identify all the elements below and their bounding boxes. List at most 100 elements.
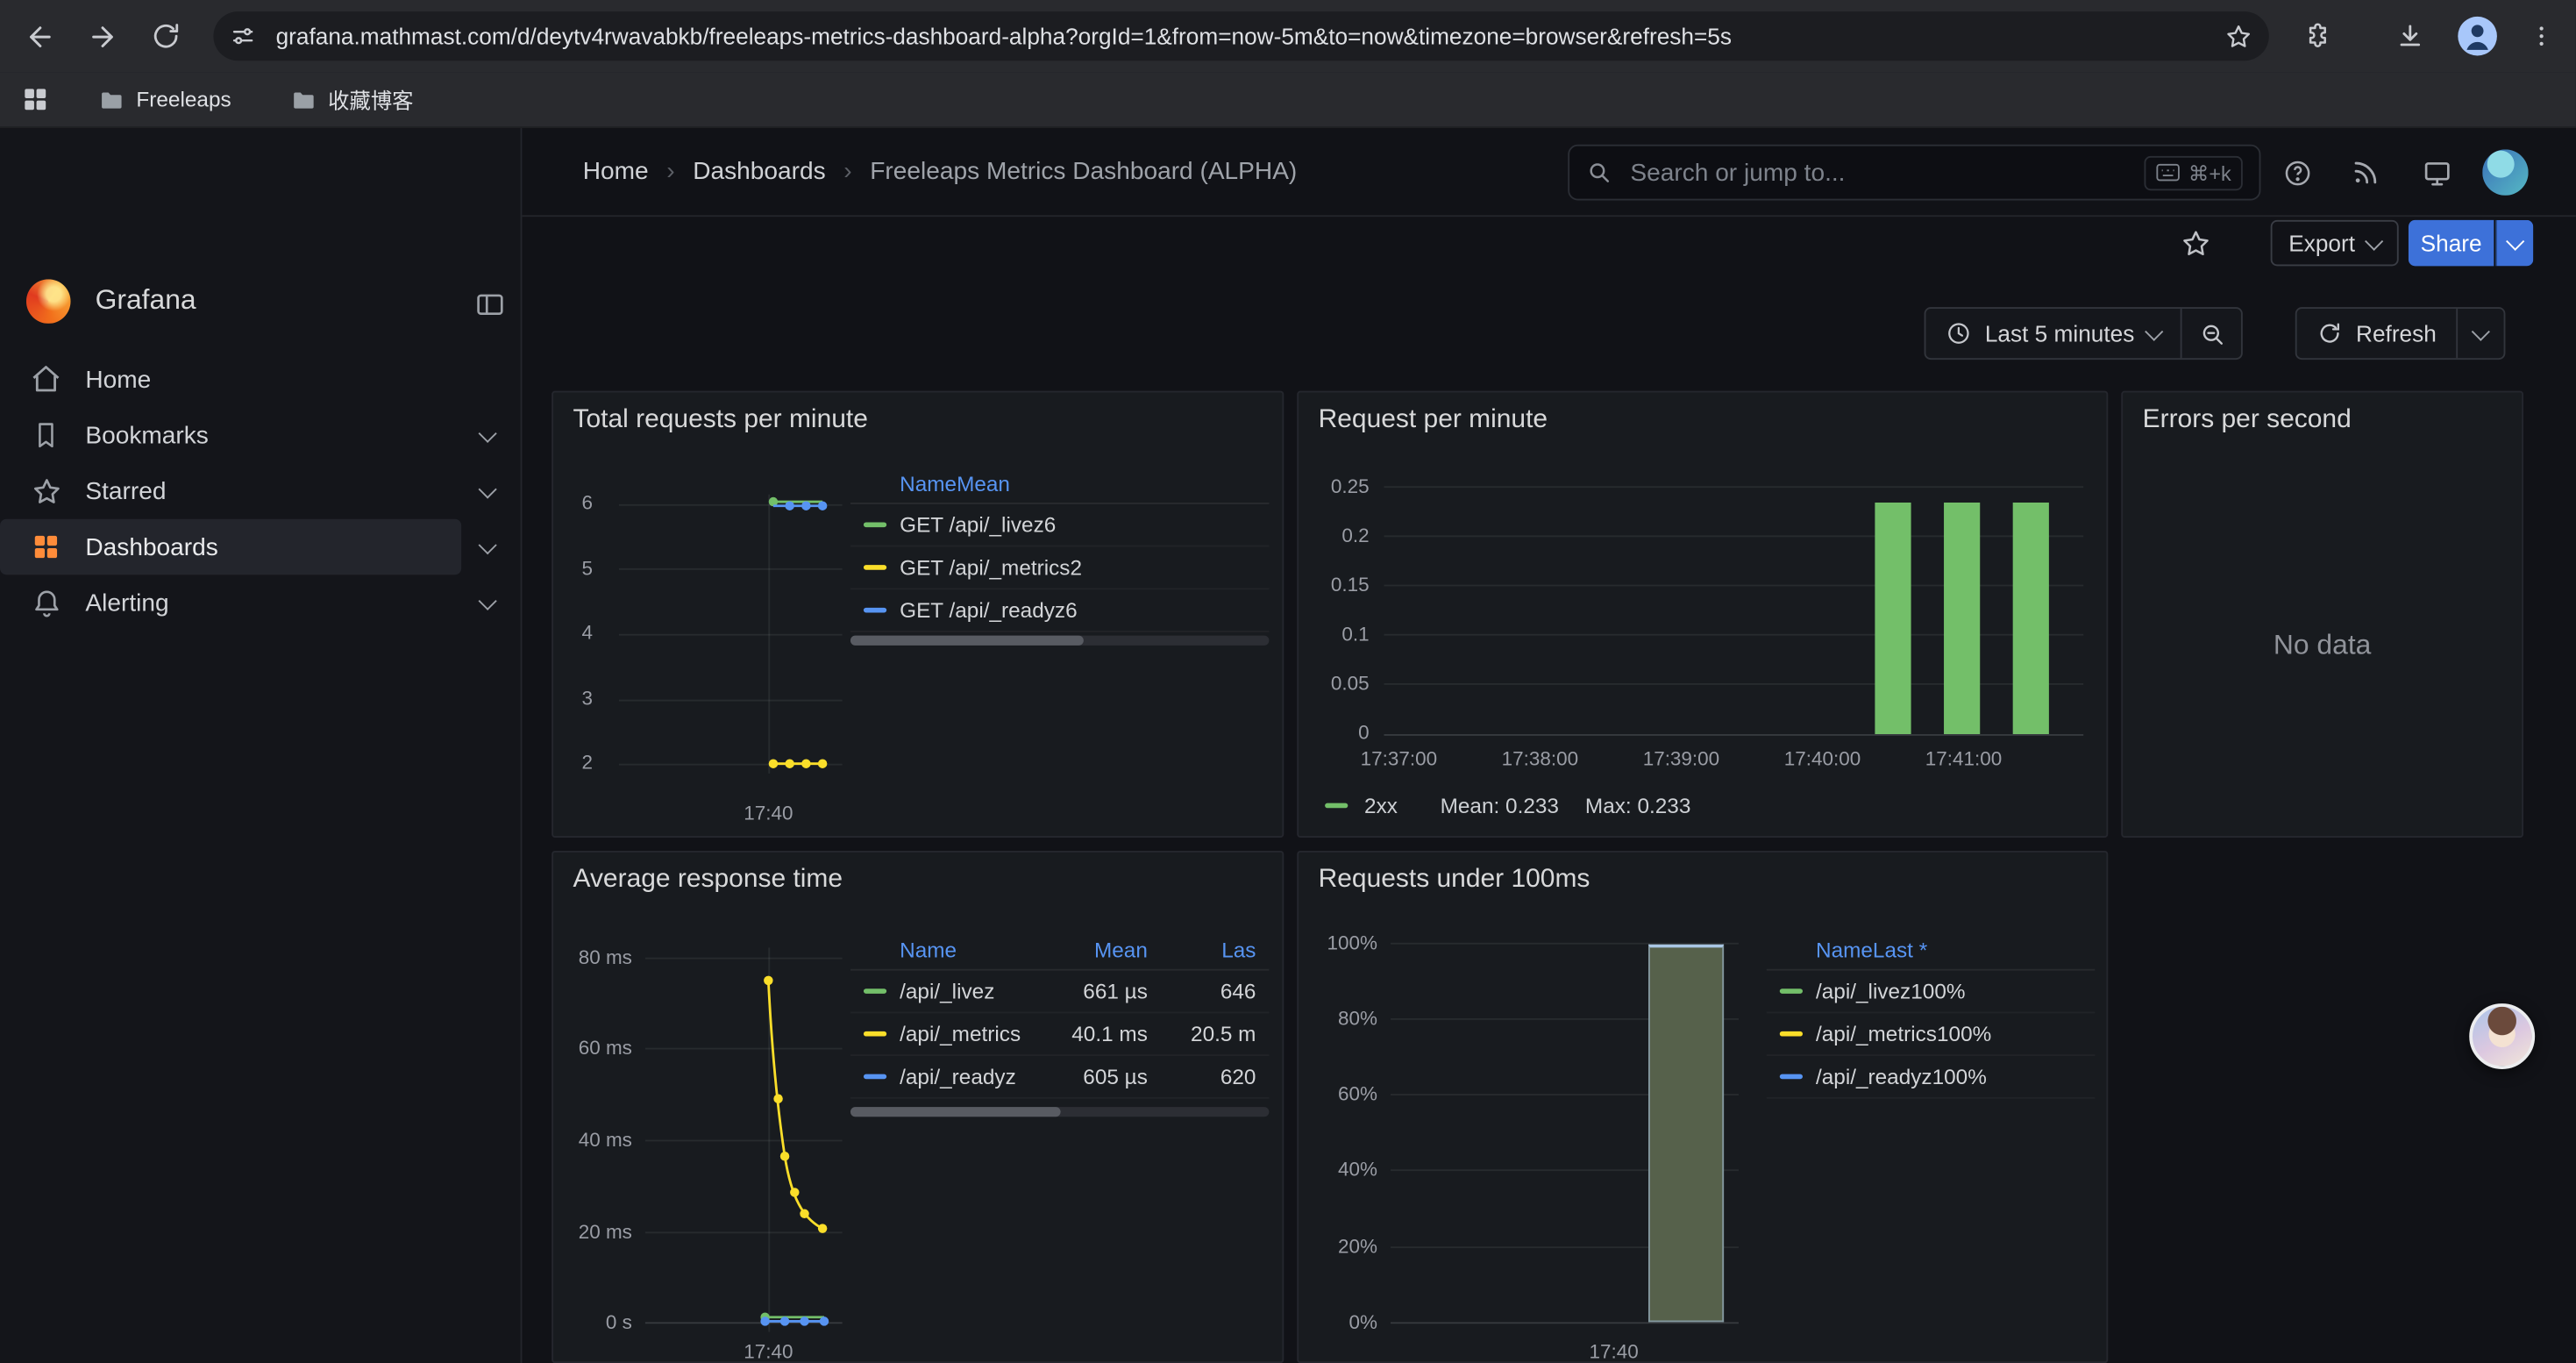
forward-icon[interactable] (75, 10, 128, 62)
sidebar-item-alerting[interactable]: Alerting (0, 574, 521, 631)
series-color-yellow (1780, 1031, 1803, 1037)
breadcrumb-home[interactable]: Home (583, 158, 649, 186)
legend-header-name[interactable]: Name (900, 937, 1062, 961)
monitor-kiosk-icon[interactable] (2414, 149, 2459, 195)
breadcrumb-separator: › (843, 158, 851, 186)
chevron-down-icon[interactable] (479, 536, 497, 554)
x-tick: 17:38:00 (1483, 747, 1598, 772)
series-last: 646 (1164, 979, 1270, 1003)
legend-scrollbar[interactable] (850, 1107, 1269, 1117)
panel-title[interactable]: Errors per second (2143, 406, 2352, 436)
refresh-icon (2316, 320, 2343, 346)
legend-scrollbar[interactable] (850, 636, 1269, 646)
series-name[interactable]: GET /api/_livez (900, 512, 1044, 537)
sidebar-item-label: Dashboards (85, 533, 217, 561)
search-box[interactable]: ⌘+k (1568, 145, 2260, 201)
y-tick: 40% (1299, 1158, 1377, 1182)
legend-header-mean[interactable]: Mean (1063, 937, 1164, 961)
url-input[interactable] (273, 21, 2224, 51)
legend-header-last[interactable]: Last * (1873, 937, 1949, 961)
legend-inline: 2xx Mean: 0.233 Max: 0.233 (1325, 790, 1690, 820)
export-button[interactable]: Export (2271, 220, 2400, 266)
series-name[interactable]: /api/_metrics (900, 1022, 1062, 1046)
search-input[interactable] (1627, 157, 2145, 189)
series-name[interactable]: GET /api/_readyz (900, 598, 1065, 623)
share-dropdown-button[interactable] (2495, 220, 2533, 266)
site-settings-icon[interactable] (230, 23, 256, 49)
share-button[interactable]: Share (2409, 220, 2494, 266)
panel-title[interactable]: Average response time (573, 866, 843, 896)
series-name[interactable]: GET /api/_metrics (900, 555, 1070, 580)
series-name[interactable]: /api/_livez (1816, 979, 1911, 1003)
y-tick: 4 (553, 621, 593, 646)
legend-row: /api/_metrics 40.1 ms 20.5 m (850, 1013, 1269, 1056)
legend-header-name[interactable]: Name (1767, 937, 1873, 961)
search-shortcut: ⌘+k (2144, 155, 2242, 189)
panel-average-response-time: Average response time 80 ms 60 ms 40 ms … (551, 851, 1284, 1363)
news-rss-icon[interactable] (2343, 149, 2388, 195)
legend-header-last[interactable]: Las (1164, 937, 1270, 961)
apps-grid-icon[interactable] (21, 85, 49, 113)
zoom-out-button[interactable] (2181, 309, 2241, 358)
chevron-down-icon[interactable] (479, 480, 497, 498)
x-tick: 17:37:00 (1341, 747, 1456, 772)
legend-header-name[interactable]: Name (850, 470, 957, 495)
series-color-blue (1780, 1074, 1803, 1080)
legend-header-mean[interactable]: Mean (957, 470, 1067, 495)
bookmark-item[interactable]: Freeleaps (98, 86, 231, 112)
user-avatar[interactable] (2482, 149, 2528, 195)
series-color-green (864, 988, 886, 994)
y-tick: 40 ms (553, 1128, 632, 1152)
url-bar[interactable] (213, 11, 2268, 61)
y-tick: 60 ms (553, 1037, 632, 1061)
panel-title[interactable]: Total requests per minute (573, 406, 868, 436)
chevron-down-icon[interactable] (479, 425, 497, 443)
reload-icon[interactable] (139, 10, 192, 62)
series-mean: 2 (1070, 555, 1139, 580)
panel-title[interactable]: Requests under 100ms (1319, 866, 1590, 896)
floating-avatar[interactable] (2469, 1003, 2535, 1069)
sidebar-item-home[interactable]: Home (0, 352, 521, 408)
time-range-label: Last 5 minutes (1985, 320, 2135, 346)
series-name[interactable]: /api/_livez (900, 979, 1062, 1003)
app-header: Home › Dashboards › Freeleaps Metrics Da… (522, 128, 2575, 217)
refresh-interval-dropdown[interactable] (2456, 309, 2503, 358)
chevron-down-icon[interactable] (479, 592, 497, 610)
series-name[interactable]: /api/_metrics (1816, 1022, 1937, 1046)
browser-profile-avatar[interactable] (2456, 15, 2499, 58)
series-name[interactable]: /api/_readyz (900, 1064, 1062, 1088)
refresh-controls: Refresh (2295, 307, 2506, 360)
legend-row: GET /api/_metrics 2 (850, 547, 1269, 590)
bookmark-star-icon[interactable] (2224, 22, 2252, 50)
legend-table: Name Mean GET /api/_livez 6 GET /api/_me… (850, 463, 1269, 632)
panel-title[interactable]: Request per minute (1319, 406, 1548, 436)
extensions-icon[interactable] (2292, 10, 2345, 62)
help-icon[interactable] (2274, 149, 2319, 195)
refresh-button[interactable]: Refresh (2297, 309, 2457, 358)
series-color-blue (864, 608, 886, 613)
time-range-picker[interactable]: Last 5 minutes (1925, 309, 2180, 358)
favorite-star-icon[interactable] (2175, 224, 2215, 263)
bookmark-item[interactable]: 收藏博客 (290, 83, 413, 115)
browser-menu-icon[interactable] (2516, 10, 2568, 62)
series-name[interactable]: 2xx (1364, 792, 1398, 817)
sidebar-item-dashboards[interactable]: Dashboards (0, 519, 521, 575)
series-last: 100% (1911, 979, 1987, 1003)
series-name[interactable]: /api/_readyz (1816, 1064, 1932, 1088)
grafana-logo[interactable] (26, 278, 71, 323)
sidebar-item-starred[interactable]: Starred (0, 463, 521, 519)
y-tick: 0% (1299, 1310, 1377, 1335)
sidebar-item-bookmarks[interactable]: Bookmarks (0, 407, 521, 463)
y-tick: 0.05 (1299, 672, 1370, 696)
legend-row: /api/_readyz 605 µs 620 (850, 1056, 1269, 1099)
y-tick: 0.2 (1299, 524, 1370, 548)
legend-row: GET /api/_readyz 6 (850, 589, 1269, 632)
y-tick: 0 s (553, 1310, 632, 1335)
back-icon[interactable] (13, 10, 66, 62)
breadcrumb-dashboards[interactable]: Dashboards (693, 158, 825, 186)
sidebar-item-label: Starred (85, 477, 166, 505)
x-tick: 17:40 (715, 802, 821, 826)
download-icon[interactable] (2384, 10, 2437, 62)
panel-requests-under-100ms: Requests under 100ms 100% 80% 60% 40% 20… (1297, 851, 2108, 1363)
sidebar-collapse-icon[interactable] (463, 277, 516, 330)
